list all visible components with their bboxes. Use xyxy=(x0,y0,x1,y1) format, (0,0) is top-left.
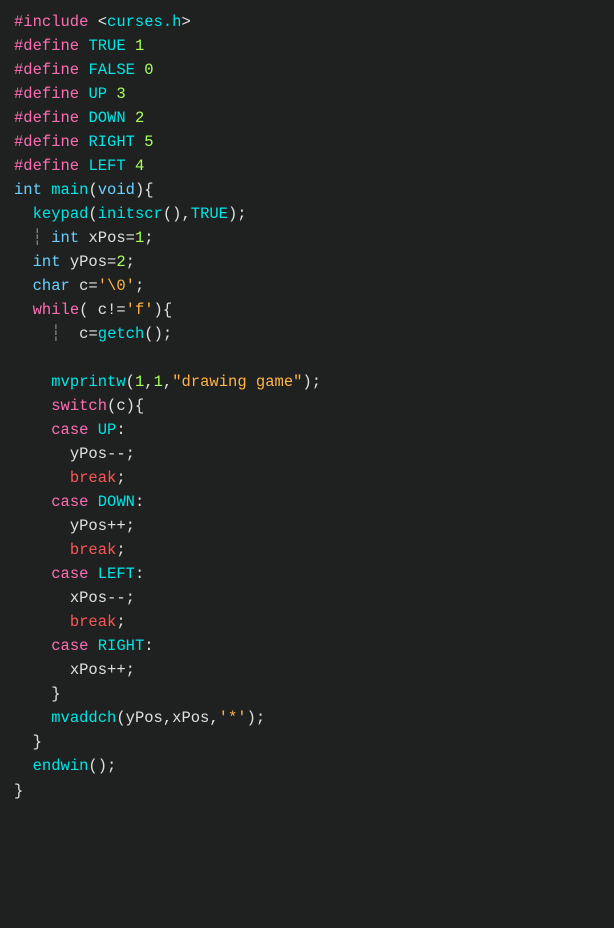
code-line-1: #include <curses.h> xyxy=(14,10,614,34)
code-line-12: char c='\0'; xyxy=(14,274,614,298)
code-line-31: } xyxy=(14,730,614,754)
code-line-29: } xyxy=(14,682,614,706)
code-line-23: break; xyxy=(14,538,614,562)
code-line-26: break; xyxy=(14,610,614,634)
code-line-4: #define UP 3 xyxy=(14,82,614,106)
code-line-19: yPos--; xyxy=(14,442,614,466)
code-line-13: while( c!='f'){ xyxy=(14,298,614,322)
code-line-16: mvprintw(1,1,"drawing game"); xyxy=(14,370,614,394)
code-line-3: #define FALSE 0 xyxy=(14,58,614,82)
code-line-5: #define DOWN 2 xyxy=(14,106,614,130)
code-line-7: #define LEFT 4 xyxy=(14,154,614,178)
code-line-11: int yPos=2; xyxy=(14,250,614,274)
code-editor: #include <curses.h> #define TRUE 1 #defi… xyxy=(0,0,614,928)
code-line-6: #define RIGHT 5 xyxy=(14,130,614,154)
code-line-22: yPos++; xyxy=(14,514,614,538)
code-line-17: switch(c){ xyxy=(14,394,614,418)
code-line-32: endwin(); xyxy=(14,754,614,778)
code-line-25: xPos--; xyxy=(14,586,614,610)
code-line-9: keypad(initscr(),TRUE); xyxy=(14,202,614,226)
code-line-14: ┆ c=getch(); xyxy=(14,322,614,346)
code-line-15 xyxy=(14,346,614,370)
code-line-21: case DOWN: xyxy=(14,490,614,514)
code-line-30: mvaddch(yPos,xPos,'*'); xyxy=(14,706,614,730)
code-line-20: break; xyxy=(14,466,614,490)
code-line-2: #define TRUE 1 xyxy=(14,34,614,58)
code-line-24: case LEFT: xyxy=(14,562,614,586)
code-line-33: } xyxy=(14,779,614,803)
code-line-28: xPos++; xyxy=(14,658,614,682)
code-line-8: int main(void){ xyxy=(14,178,614,202)
code-line-27: case RIGHT: xyxy=(14,634,614,658)
code-line-18: case UP: xyxy=(14,418,614,442)
code-line-10: ┆ int xPos=1; xyxy=(14,226,614,250)
